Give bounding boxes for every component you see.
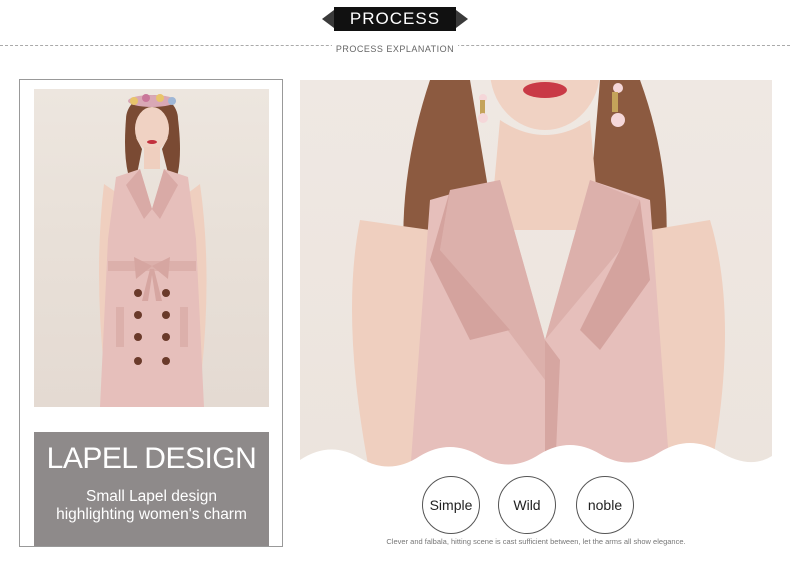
lapel-design-caption: LAPEL DESIGN Small Lapel design highligh… [34,432,269,546]
lapel-closeup-illustration [300,80,772,475]
caption-line-2: highlighting women's charm [56,506,247,523]
process-title: PROCESS [334,7,456,31]
caption-title: LAPEL DESIGN [46,442,257,475]
model-full-photo [34,89,269,407]
ribbon-right-decoration [456,10,468,28]
section-header: PROCESS EXPLANATION PROCESS [0,0,790,60]
process-title-badge: PROCESS [322,7,468,31]
header-subtitle-wrap: PROCESS EXPLANATION [0,39,790,57]
tag-noble: noble [576,476,634,534]
caption-line-1: Small Lapel design [86,488,217,505]
lapel-closeup-photo [300,80,772,475]
model-full-illustration [99,94,207,407]
tag-wild: Wild [498,476,556,534]
header-subtitle: PROCESS EXPLANATION [331,44,459,54]
footnote-text: Clever and falbala, hitting scene is cas… [386,537,686,546]
tag-simple: Simple [422,476,480,534]
ribbon-left-decoration [322,10,334,28]
